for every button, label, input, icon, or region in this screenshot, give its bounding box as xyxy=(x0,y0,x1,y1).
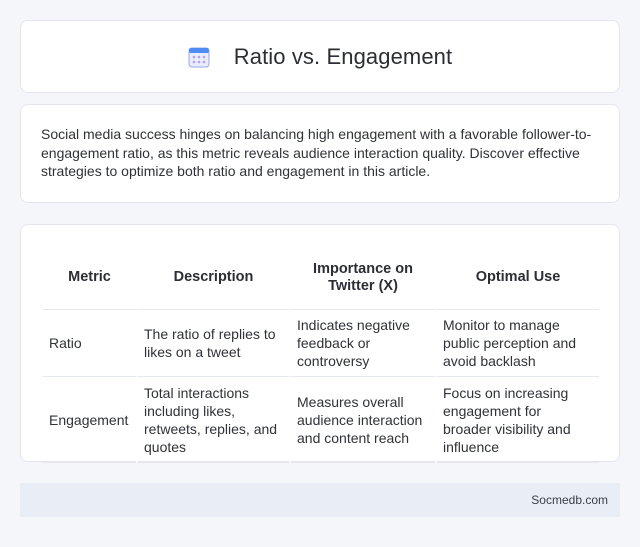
intro-text: Social media success hinges on balancing… xyxy=(41,126,592,179)
table-cell: Ratio xyxy=(43,310,136,377)
column-header-importance: Importance on Twitter (X) xyxy=(289,246,435,310)
table-header-row: Metric Description Importance on Twitter… xyxy=(43,246,599,310)
column-header-metric: Metric xyxy=(43,246,136,310)
column-header-optimal-use: Optimal Use xyxy=(435,246,599,310)
column-header-description: Description xyxy=(136,246,289,310)
table-cell: Monitor to manage public perception and … xyxy=(435,310,599,377)
comparison-table: Metric Description Importance on Twitter… xyxy=(43,246,599,463)
table-row: Ratio The ratio of replies to likes on a… xyxy=(43,310,599,377)
table-cell: Indicates negative feedback or controver… xyxy=(289,310,435,377)
table-row: Engagement Total interactions including … xyxy=(43,377,599,463)
table-cell: Total interactions including likes, retw… xyxy=(136,377,289,463)
footer: Socmedb.com xyxy=(20,483,620,517)
calendar-icon xyxy=(188,47,210,67)
footer-site-link[interactable]: Socmedb.com xyxy=(531,493,608,507)
table-cell: Focus on increasing engagement for broad… xyxy=(435,377,599,463)
table-cell: Measures overall audience interaction an… xyxy=(289,377,435,463)
title-card: Ratio vs. Engagement xyxy=(20,20,620,93)
page-title: Ratio vs. Engagement xyxy=(233,43,453,69)
table-cell: The ratio of replies to likes on a tweet xyxy=(136,310,289,377)
intro-card: Social media success hinges on balancing… xyxy=(20,104,620,203)
table-cell: Engagement xyxy=(43,377,136,463)
table-card: Metric Description Importance on Twitter… xyxy=(20,224,620,463)
